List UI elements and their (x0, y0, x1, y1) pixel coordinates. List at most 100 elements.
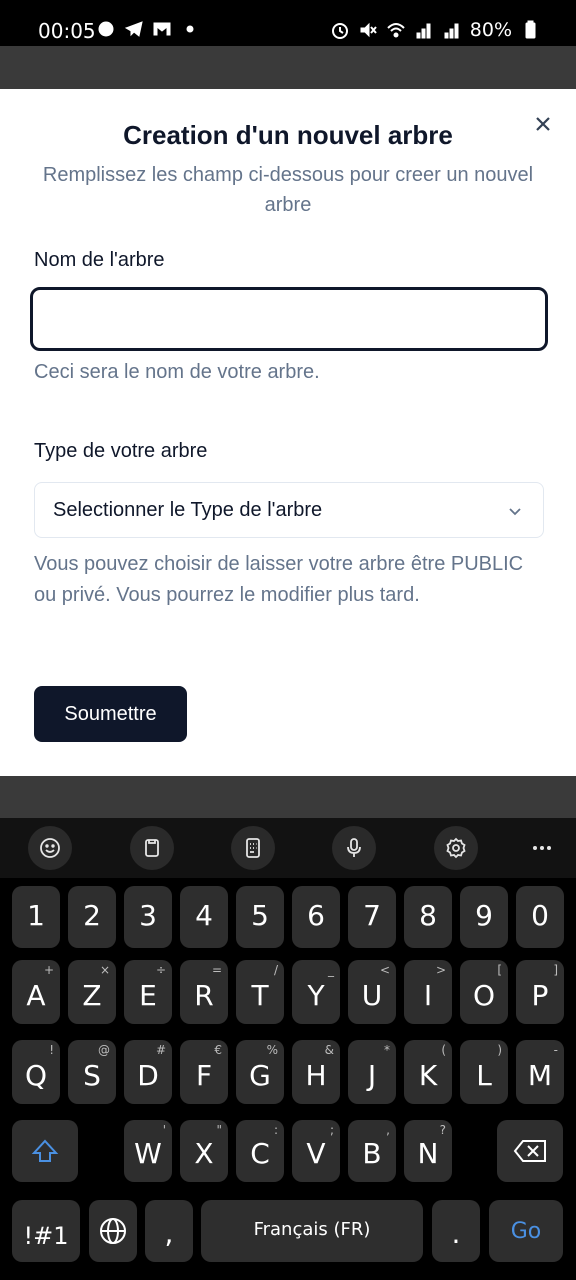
key-label: U (361, 979, 383, 1012)
key-l[interactable]: ) L (460, 1040, 508, 1104)
key-0[interactable]: 0 (516, 886, 564, 948)
space-key[interactable]: Français (FR) (201, 1200, 423, 1262)
chevron-down-icon (505, 501, 525, 521)
key-b[interactable]: ,B (348, 1120, 396, 1182)
key-1[interactable]: 1 (12, 886, 60, 948)
key-label: N (417, 1137, 439, 1170)
more-icon[interactable] (520, 826, 564, 870)
key-6[interactable]: 6 (292, 886, 340, 948)
status-bar: 00:05 80% (0, 0, 576, 46)
modal-backdrop-bottom[interactable] (0, 776, 576, 818)
key-secondary-label: + (43, 963, 54, 977)
signal-icon (414, 20, 434, 40)
key-secondary-label: - (553, 1043, 558, 1057)
key-a[interactable]: + A (12, 960, 60, 1024)
signal-icon (442, 20, 462, 40)
key-s[interactable]: @ S (68, 1040, 116, 1104)
key-v[interactable]: ; V (292, 1120, 340, 1182)
key-g[interactable]: % G (236, 1040, 284, 1104)
tree-type-selected: Selectionner le Type de l'arbre (53, 499, 323, 521)
tree-name-input[interactable] (30, 287, 548, 351)
key-h[interactable]: & H (292, 1040, 340, 1104)
key-7[interactable]: 7 (348, 886, 396, 948)
go-key[interactable]: Go (489, 1200, 563, 1262)
key-secondary-label: < (379, 963, 390, 977)
shift-key[interactable] (12, 1120, 78, 1182)
key-label: 1 (27, 899, 45, 932)
key-label: R (194, 979, 214, 1012)
key-t[interactable]: / T (236, 960, 284, 1024)
key-label: Q (24, 1059, 48, 1092)
key-n[interactable]: ? N (404, 1120, 452, 1182)
mute-icon (358, 20, 378, 40)
key-z[interactable]: × Z (68, 960, 116, 1024)
microphone-icon[interactable] (332, 826, 376, 870)
key-label: P (531, 979, 549, 1012)
key-label: L (476, 1059, 492, 1092)
modal-backdrop[interactable] (0, 46, 576, 89)
key-label: C (250, 1137, 270, 1170)
keyboard-toolbar (0, 818, 576, 878)
key-label: K (418, 1059, 438, 1092)
backspace-key[interactable] (497, 1120, 563, 1182)
key-o[interactable]: [O (460, 960, 508, 1024)
battery-icon (520, 20, 540, 40)
key-q[interactable]: ! Q (12, 1040, 60, 1104)
keypad-icon[interactable] (231, 826, 275, 870)
key-label: T (251, 979, 269, 1012)
settings-icon[interactable] (434, 826, 478, 870)
key-label: A (26, 979, 46, 1012)
dialog-title: Creation d'un nouvel arbre (123, 120, 453, 150)
emoji-icon[interactable] (28, 826, 72, 870)
key-secondary-label: : (273, 1123, 278, 1137)
key-secondary-label: @ (98, 1043, 110, 1057)
key-j[interactable]: * J (348, 1040, 396, 1104)
key-9[interactable]: 9 (460, 886, 508, 948)
key-5[interactable]: 5 (236, 886, 284, 948)
key-p[interactable]: ] P (516, 960, 564, 1024)
key-y[interactable]: _ Y (292, 960, 340, 1024)
alarm-icon (330, 20, 350, 40)
key-secondary-label: ) (497, 1043, 502, 1057)
clipboard-icon[interactable] (130, 826, 174, 870)
key-c[interactable]: :C (236, 1120, 284, 1182)
globe-icon[interactable] (89, 1200, 137, 1262)
key-label: 2 (83, 899, 101, 932)
key-w[interactable]: ' W (124, 1120, 172, 1182)
symbols-key[interactable]: !#1 (12, 1200, 80, 1262)
submit-button[interactable]: Soumettre (34, 686, 187, 742)
telegram-icon (124, 19, 144, 39)
key-secondary-label: * (384, 1043, 390, 1057)
key-2[interactable]: 2 (68, 886, 116, 948)
key-label: 9 (475, 899, 493, 932)
key-secondary-label: / (273, 963, 278, 977)
key-r[interactable]: = R (180, 960, 228, 1024)
wifi-icon (386, 20, 406, 40)
key-label: 6 (307, 899, 325, 932)
key-u[interactable]: < U (348, 960, 396, 1024)
key-label: D (137, 1059, 159, 1092)
key-secondary-label: > (435, 963, 446, 977)
period-key[interactable]: . (432, 1200, 480, 1262)
key-d[interactable]: # D (124, 1040, 172, 1104)
key-4[interactable]: 4 (180, 886, 228, 948)
key-secondary-label: ? (439, 1123, 446, 1137)
key-label: J (367, 1059, 377, 1092)
gmail-icon (152, 19, 172, 39)
key-i[interactable]: > I (404, 960, 452, 1024)
comma-key[interactable]: , (145, 1200, 193, 1262)
key-f[interactable]: € F (180, 1040, 228, 1104)
key-e[interactable]: ÷ E (124, 960, 172, 1024)
key-label: W (134, 1137, 162, 1170)
key-label: E (139, 979, 157, 1012)
tree-name-label: Nom de l'arbre (34, 249, 165, 271)
tree-type-select[interactable]: Selectionner le Type de l'arbre (34, 482, 544, 538)
key-label: I (423, 979, 433, 1012)
key-3[interactable]: 3 (124, 886, 172, 948)
tree-type-label: Type de votre arbre (34, 440, 208, 462)
key-8[interactable]: 8 (404, 886, 452, 948)
key-m[interactable]: -M (516, 1040, 564, 1104)
key-k[interactable]: (K (404, 1040, 452, 1104)
key-x[interactable]: " X (180, 1120, 228, 1182)
key-secondary-label: , (386, 1123, 390, 1137)
